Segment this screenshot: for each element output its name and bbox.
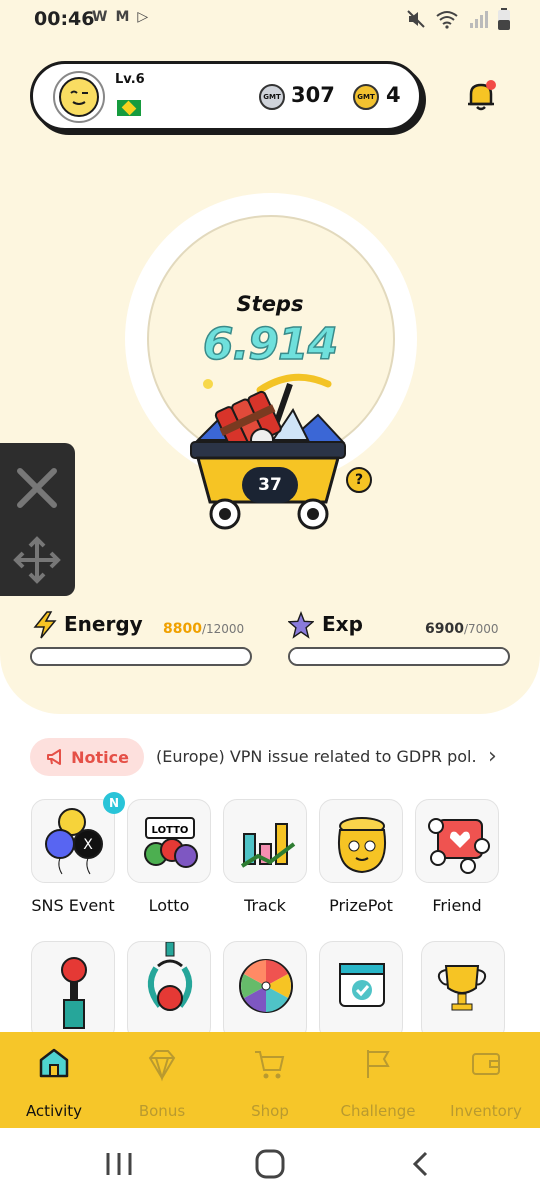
cart-count-badge: 37 — [242, 467, 298, 503]
flag-icon — [367, 1050, 390, 1078]
exp-current: 6900 — [425, 621, 464, 637]
new-badge: N — [103, 792, 125, 814]
energy-value: 8800/12000 — [163, 621, 244, 637]
status-notification-icons: W M ▷ — [92, 9, 148, 25]
calendar-check-icon — [339, 963, 385, 1007]
claw-machine-icon — [147, 941, 193, 1011]
nav-label-challenge: Challenge — [340, 1102, 416, 1120]
silver-coin-balance: 307 — [291, 83, 335, 107]
lotto-balls-icon: LOTTO — [144, 817, 198, 868]
recent-apps-icon[interactable] — [104, 1150, 134, 1178]
nav-label-activity: Activity — [25, 1102, 83, 1120]
nav-label-bonus: Bonus — [138, 1102, 186, 1120]
floating-overlay-widget[interactable] — [0, 443, 75, 596]
profile-card[interactable]: Lv.6 GMT 307 GMT 4 — [30, 61, 422, 131]
tile-spin-wheel[interactable] — [223, 941, 307, 1041]
tile-sns-event[interactable]: X — [31, 799, 115, 883]
energy-label: Energy — [64, 612, 143, 636]
notice-badge-label: Notice — [71, 747, 129, 767]
gold-coin-icon: GMT — [353, 84, 379, 110]
nav-challenge[interactable]: Challenge — [324, 1032, 432, 1128]
wallet-icon — [472, 1053, 500, 1075]
notice-arrow-icon[interactable]: › — [488, 744, 497, 769]
spin-wheel-icon — [239, 959, 293, 1013]
tile-label-friend: Friend — [432, 896, 482, 915]
exp-max: /7000 — [463, 622, 499, 636]
notification-bell-icon[interactable] — [463, 78, 499, 114]
gmail-notification-icon: M — [115, 9, 130, 25]
nav-label-shop: Shop — [251, 1102, 289, 1120]
wifi-icon — [436, 11, 458, 29]
home-icon — [39, 1048, 69, 1078]
tile-prizepot[interactable] — [319, 799, 403, 883]
close-icon[interactable] — [12, 463, 62, 513]
battery-icon — [498, 8, 510, 30]
energy-progress-fill — [32, 649, 192, 664]
tile-calendar[interactable] — [319, 941, 403, 1041]
help-button[interactable]: ? — [346, 467, 372, 493]
wink-face-icon — [59, 77, 99, 117]
nav-bonus[interactable]: Bonus — [108, 1032, 216, 1128]
tile-label-track: Track — [244, 896, 286, 915]
energy-progress-bar — [30, 647, 252, 666]
star-icon — [288, 611, 314, 639]
tile-claw[interactable] — [127, 941, 211, 1041]
trophy-icon — [437, 965, 487, 1011]
tile-lotto[interactable]: LOTTO — [127, 799, 211, 883]
nav-inventory[interactable]: Inventory — [432, 1032, 540, 1128]
notice-text[interactable]: (Europe) VPN issue related to GDPR pol..… — [156, 747, 478, 766]
energy-max: /12000 — [201, 622, 245, 636]
system-navigation-bar — [0, 1128, 540, 1200]
lightning-icon — [33, 611, 57, 639]
exp-label: Exp — [322, 612, 363, 636]
tile-joystick[interactable] — [31, 941, 115, 1041]
track-chart-icon — [240, 823, 296, 868]
app-notification-icon: W — [92, 9, 108, 25]
status-time: 00:46 — [34, 8, 95, 30]
lotto-sign-text: LOTTO — [152, 825, 189, 836]
tile-label-lotto: Lotto — [148, 896, 190, 915]
bottom-navigation: Activity Bonus Shop Challenge Inventory — [0, 1032, 540, 1128]
home-button-icon[interactable] — [254, 1148, 286, 1180]
nav-activity[interactable]: Activity — [0, 1032, 108, 1128]
avatar[interactable] — [53, 71, 105, 123]
prize-pot-icon — [338, 817, 386, 874]
signal-icon — [470, 11, 488, 28]
silver-coin-icon: GMT — [259, 84, 285, 110]
shopping-cart-icon — [255, 1051, 285, 1079]
exp-value: 6900/7000 — [425, 621, 499, 637]
nav-label-inventory: Inventory — [450, 1102, 522, 1120]
back-icon[interactable] — [408, 1150, 434, 1178]
exp-progress-bar — [288, 647, 510, 666]
play-notification-icon: ▷ — [137, 9, 149, 25]
sns-balloons-icon: X — [45, 808, 103, 875]
brazil-flag-icon — [117, 100, 141, 116]
diamond-icon — [148, 1050, 176, 1082]
steps-value: 6.914 — [202, 318, 339, 371]
svg-text:X: X — [83, 837, 93, 853]
steps-label: Steps — [236, 292, 304, 316]
tile-friend[interactable] — [415, 799, 499, 883]
status-system-icons — [406, 8, 510, 30]
tile-label-sns-event: SNS Event — [31, 896, 115, 915]
joystick-icon — [61, 957, 87, 1029]
tile-label-prizepot: PrizePot — [329, 896, 393, 915]
megaphone-icon — [47, 749, 62, 765]
mute-icon — [407, 10, 425, 28]
mining-cart-icon[interactable] — [188, 370, 358, 535]
friend-heart-icon — [428, 818, 490, 874]
status-bar: 00:46 W M ▷ — [0, 0, 540, 40]
notice-badge[interactable]: Notice — [30, 738, 144, 776]
gold-coin-balance: 4 — [386, 83, 401, 107]
tile-track[interactable] — [223, 799, 307, 883]
move-handle-icon[interactable] — [12, 535, 62, 585]
energy-current: 8800 — [163, 621, 202, 637]
tile-trophy[interactable] — [421, 941, 505, 1041]
level-label: Lv.6 — [115, 72, 145, 87]
exp-progress-fill — [290, 649, 505, 664]
nav-shop[interactable]: Shop — [216, 1032, 324, 1128]
